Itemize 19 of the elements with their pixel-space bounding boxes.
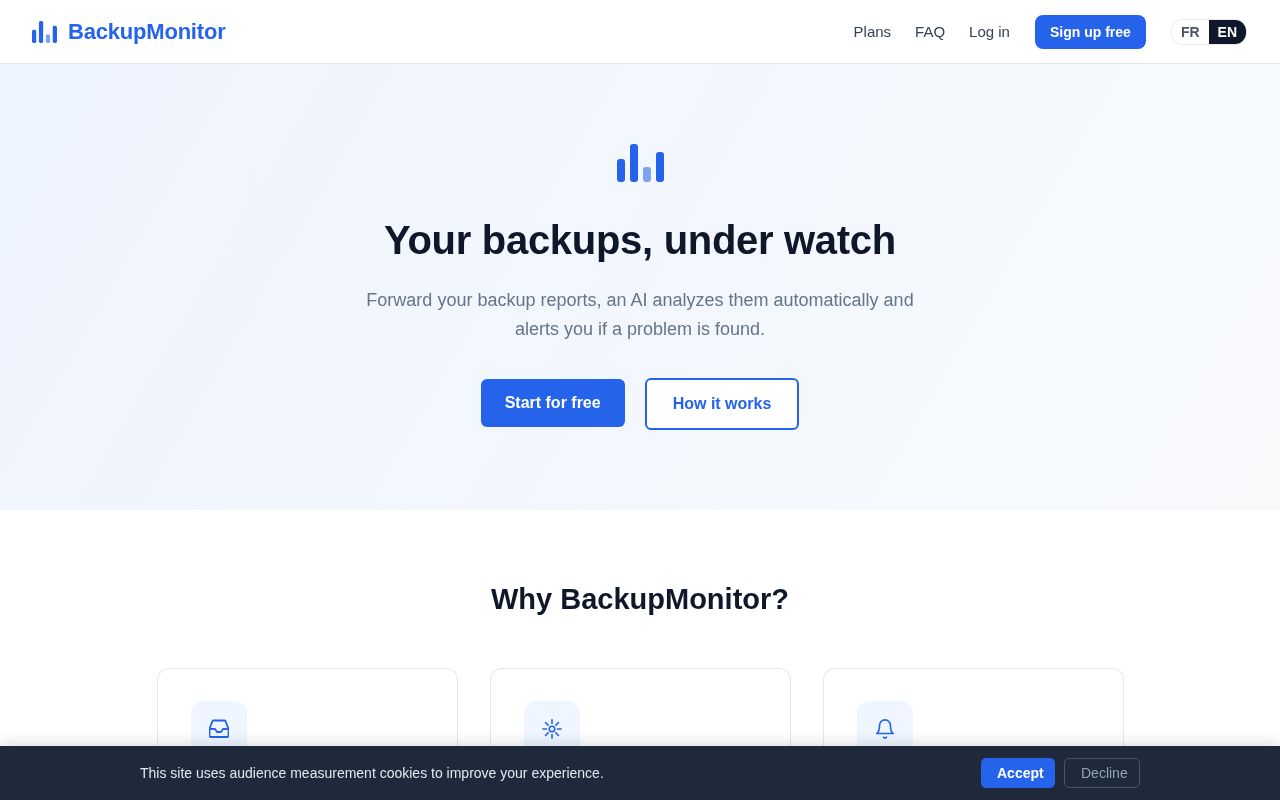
accept-button[interactable]: Accept (981, 758, 1055, 788)
bell-icon (874, 719, 895, 739)
bar-chart-icon (616, 144, 664, 182)
nav-link[interactable]: Log in (969, 23, 1010, 40)
inbox-tray-icon (208, 719, 229, 739)
brand-name[interactable]: BackupMonitor (68, 18, 226, 45)
sun-icon (541, 719, 562, 739)
language-option[interactable]: EN (1208, 19, 1246, 44)
nav-link[interactable]: FAQ (915, 23, 946, 40)
cookie-notice: This site uses audience measurement cookies to improve your experience. (140, 765, 604, 781)
hero-subtitle: Forward your backup reports, an AI analyzes them automatically and alerts you if a problem is found. (365, 289, 915, 341)
how-it-works-button[interactable]: How it works (644, 378, 800, 430)
nav-link[interactable]: Plans (853, 23, 892, 40)
start-button[interactable]: Start for free (480, 379, 625, 427)
hero-title: Your backups, under watch (384, 217, 896, 264)
signup-button[interactable]: Sign up free (1034, 14, 1146, 49)
bar-chart-icon (32, 20, 57, 43)
section-title: Why BackupMonitor? (490, 582, 789, 617)
decline-button[interactable]: Decline (1064, 758, 1140, 788)
